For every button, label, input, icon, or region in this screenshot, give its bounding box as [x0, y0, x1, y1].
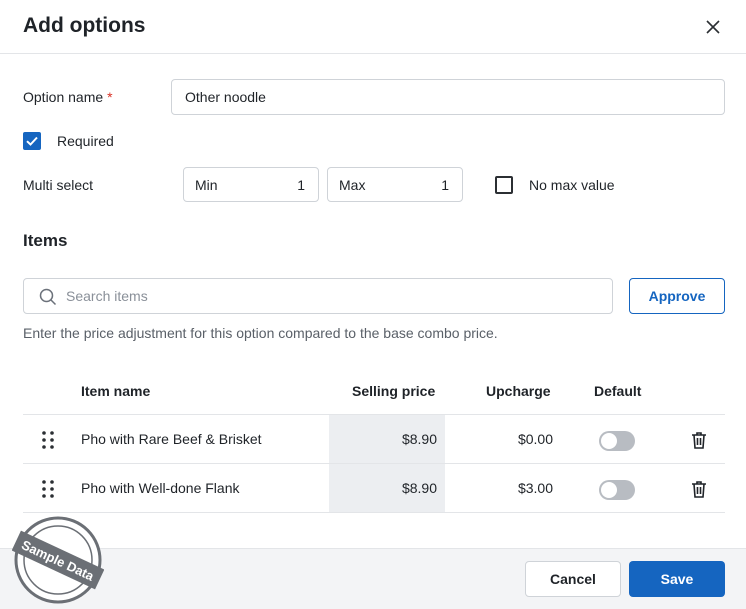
default-toggle[interactable] — [599, 480, 635, 500]
check-icon — [26, 136, 38, 146]
min-input[interactable]: Min 1 — [183, 167, 319, 202]
column-item-name: Item name — [81, 383, 151, 399]
column-upcharge: Upcharge — [486, 383, 551, 399]
upcharge-value[interactable]: $0.00 — [518, 431, 553, 447]
selling-price: $8.90 — [401, 480, 437, 496]
max-label: Max — [339, 177, 366, 193]
selling-price-cell[interactable]: $8.90 — [329, 415, 445, 464]
option-name-label: Option name * — [23, 89, 113, 105]
required-marker: * — [107, 89, 113, 105]
dialog-title: Add options — [23, 14, 146, 37]
trash-icon[interactable] — [689, 479, 709, 499]
search-input[interactable]: Search items — [23, 278, 613, 314]
option-name-input[interactable]: Other noodle — [171, 79, 725, 115]
column-selling-price: Selling price — [352, 383, 436, 399]
required-label: Required — [57, 133, 114, 149]
price-hint: Enter the price adjustment for this opti… — [23, 325, 498, 341]
option-name-value: Other noodle — [185, 89, 266, 105]
option-name-label-text: Option name — [23, 89, 104, 105]
multi-select-label: Multi select — [23, 177, 94, 193]
items-section-title: Items — [23, 231, 68, 250]
min-value: 1 — [297, 177, 305, 193]
max-value: 1 — [441, 177, 449, 193]
item-name: Pho with Well-done Flank — [81, 480, 240, 496]
column-default: Default — [594, 383, 642, 399]
min-label: Min — [195, 177, 218, 193]
approve-button[interactable]: Approve — [629, 278, 725, 314]
drag-handle-icon[interactable] — [41, 430, 55, 450]
table-row: Pho with Rare Beef & Brisket $8.90 $0.00 — [23, 415, 725, 464]
trash-icon[interactable] — [689, 430, 709, 450]
default-toggle[interactable] — [599, 431, 635, 451]
selling-price: $8.90 — [401, 431, 437, 447]
toggle-knob — [601, 482, 617, 498]
no-max-checkbox[interactable] — [495, 176, 513, 194]
required-checkbox[interactable] — [23, 132, 41, 150]
close-icon[interactable] — [700, 14, 726, 40]
row-divider — [23, 512, 725, 513]
cancel-button[interactable]: Cancel — [525, 561, 621, 597]
drag-handle-icon[interactable] — [41, 479, 55, 499]
search-placeholder: Search items — [66, 288, 148, 304]
dialog-header: Add options — [0, 0, 746, 54]
item-name: Pho with Rare Beef & Brisket — [81, 431, 262, 447]
no-max-label: No max value — [529, 177, 615, 193]
save-button[interactable]: Save — [629, 561, 725, 597]
upcharge-value[interactable]: $3.00 — [518, 480, 553, 496]
max-input[interactable]: Max 1 — [327, 167, 463, 202]
sample-data-stamp: Sample Data — [12, 516, 104, 604]
search-icon — [39, 288, 57, 306]
toggle-knob — [601, 433, 617, 449]
selling-price-cell[interactable]: $8.90 — [329, 464, 445, 513]
table-row: Pho with Well-done Flank $8.90 $3.00 — [23, 464, 725, 513]
